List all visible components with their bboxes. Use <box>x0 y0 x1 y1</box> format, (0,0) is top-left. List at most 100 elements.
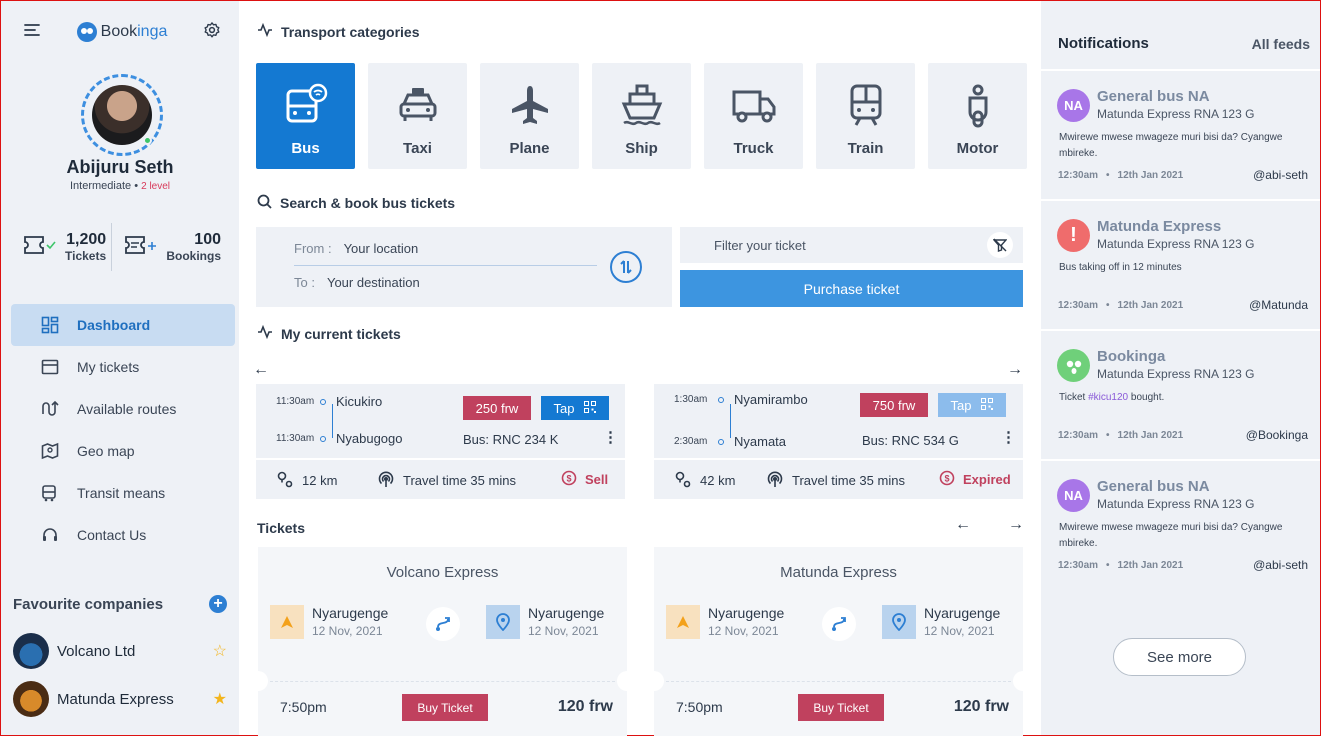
notifications-title: Notifications <box>1058 35 1149 52</box>
avatar-ring[interactable] <box>81 74 163 156</box>
category-bus[interactable]: Bus <box>256 63 355 169</box>
nav-label-transit-means: Transit means <box>77 485 166 501</box>
nav-item-contact-us[interactable]: Contact Us <box>11 514 235 556</box>
notification-handle[interactable]: @abi-seth <box>1253 168 1308 182</box>
tap-label: Tap <box>553 400 575 416</box>
card-divider <box>654 458 1023 460</box>
category-taxi[interactable]: Taxi <box>368 63 467 169</box>
from-value: Your location <box>343 241 419 256</box>
favourite-item[interactable]: Volcano Ltd ☆ <box>13 633 227 669</box>
ticket-card[interactable]: Volcano Express Nyarugenge 12 Nov, 2021 … <box>248 547 637 736</box>
sidebar-nav: Dashboard My tickets Available routes Ge… <box>11 304 235 556</box>
star-filled-icon[interactable]: ★ <box>213 689 227 709</box>
nav-item-dashboard[interactable]: Dashboard <box>11 304 235 346</box>
ship-icon <box>619 82 665 128</box>
destination-place: Nyarugenge <box>528 605 605 621</box>
arrival-place: Nyabugogo <box>336 431 403 446</box>
filter-off-icon[interactable] <box>987 232 1013 258</box>
current-ticket-card[interactable]: 11:30am Kicukiro 11:30am Nyabugogo 250 f… <box>256 384 625 499</box>
notification-item[interactable]: Bookinga Matunda Express RNA 123 G Ticke… <box>1041 329 1320 457</box>
message-text: Ticket <box>1059 392 1089 403</box>
ticket-check-icon <box>23 234 57 261</box>
category-ship[interactable]: Ship <box>592 63 691 169</box>
arrow-left-icon[interactable]: ← <box>253 361 269 379</box>
buy-ticket-button[interactable]: Buy Ticket <box>798 694 884 721</box>
to-label: To : <box>294 275 315 290</box>
more-options-icon[interactable]: ⋮ <box>1001 428 1016 446</box>
arrival-dot <box>320 435 326 442</box>
arrow-right-icon[interactable]: → <box>1007 361 1023 379</box>
arrow-right-icon[interactable]: → <box>1008 516 1024 534</box>
gear-icon[interactable] <box>203 21 221 44</box>
logo-icon <box>76 22 97 42</box>
notification-handle[interactable]: @Bookinga <box>1246 428 1308 442</box>
tap-button[interactable]: Tap <box>541 396 609 420</box>
category-train[interactable]: Train <box>816 63 915 169</box>
star-outline-icon[interactable]: ☆ <box>213 641 227 661</box>
nav-item-transit-means[interactable]: Transit means <box>11 472 235 514</box>
routes-icon <box>41 400 59 418</box>
buy-ticket-button[interactable]: Buy Ticket <box>402 694 488 721</box>
category-label: Ship <box>625 140 658 157</box>
notification-subtitle: Matunda Express RNA 123 G <box>1097 367 1255 381</box>
add-favourite-button[interactable]: + <box>209 595 227 613</box>
brand-name-part2: inga <box>137 23 168 40</box>
notification-item[interactable]: NA General bus NA Matunda Express RNA 12… <box>1041 69 1320 197</box>
arrival-row: 11:30am Nyabugogo <box>276 431 403 446</box>
menu-icon[interactable] <box>23 23 41 42</box>
nav-item-available-routes[interactable]: Available routes <box>11 388 235 430</box>
navigation-arrow-icon <box>270 605 304 639</box>
departure-time: 11:30am <box>276 396 315 407</box>
category-label: Train <box>847 140 884 157</box>
notification-item[interactable]: ! Matunda Express Matunda Express RNA 12… <box>1041 199 1320 327</box>
distance-info: 12 km <box>276 470 337 491</box>
notification-handle[interactable]: @abi-seth <box>1253 558 1308 572</box>
current-ticket-card[interactable]: 1:30am Nyamirambo 2:30am Nyamata 750 frw… <box>654 384 1023 499</box>
alert-icon: ! <box>1057 219 1090 252</box>
headset-icon <box>41 526 59 544</box>
ticket-tag-link[interactable]: #kicu120 <box>1088 392 1128 403</box>
ticket-card[interactable]: Matunda Express Nyarugenge 12 Nov, 2021 … <box>644 547 1033 736</box>
signal-icon <box>377 470 395 491</box>
origin-date: 12 Nov, 2021 <box>708 624 779 638</box>
swap-route-button[interactable] <box>610 251 642 283</box>
card-divider <box>256 458 625 460</box>
scooter-icon <box>955 82 1001 128</box>
nav-item-geo-map[interactable]: Geo map <box>11 430 235 472</box>
category-plane[interactable]: Plane <box>480 63 579 169</box>
notification-item[interactable]: NA General bus NA Matunda Express RNA 12… <box>1041 459 1320 587</box>
nav-label-available-routes: Available routes <box>77 401 177 417</box>
notification-message: Mwirewe mwese mwageze muri bisi da? Cyan… <box>1059 522 1283 549</box>
navigation-arrow-icon <box>666 605 700 639</box>
notification-subtitle: Matunda Express RNA 123 G <box>1097 237 1255 251</box>
notification-handle[interactable]: @Matunda <box>1249 298 1308 312</box>
notifications-panel: Notifications All feeds NA General bus N… <box>1041 1 1320 735</box>
see-more-button[interactable]: See more <box>1113 638 1246 676</box>
purchase-ticket-button[interactable]: Purchase ticket <box>680 270 1023 307</box>
notification-meta: 12:30am • 12th Jan 2021 @Matunda <box>1058 298 1308 312</box>
filter-ticket-input[interactable]: Filter your ticket <box>680 227 1023 263</box>
category-motor[interactable]: Motor <box>928 63 1027 169</box>
destination-stop: Nyarugenge 12 Nov, 2021 <box>882 605 1000 639</box>
notification-meta: 12:30am • 12th Jan 2021 @abi-seth <box>1058 558 1308 572</box>
favourite-item[interactable]: Matunda Express ★ <box>13 681 227 717</box>
more-options-icon[interactable]: ⋮ <box>603 428 618 446</box>
sell-action[interactable]: $ Sell <box>561 470 608 489</box>
field-divider <box>294 265 597 266</box>
route-pin-icon <box>674 470 692 491</box>
section-title: Transport categories <box>281 23 420 40</box>
user-level: Intermediate • 2 level <box>69 180 171 192</box>
section-transport-categories: Transport categories <box>257 22 420 40</box>
brand-logo[interactable]: Bookinga <box>76 22 168 42</box>
nav-label-my-tickets: My tickets <box>77 359 140 375</box>
expired-status: $ Expired <box>939 470 1011 489</box>
activity-icon <box>257 324 273 342</box>
category-truck[interactable]: Truck <box>704 63 803 169</box>
to-field[interactable]: To : Your destination <box>294 275 420 290</box>
company-name: Volcano Express <box>386 564 499 581</box>
arrow-left-icon[interactable]: ← <box>955 516 971 534</box>
from-field[interactable]: From : Your location <box>294 241 418 256</box>
all-feeds-link[interactable]: All feeds <box>1252 36 1310 52</box>
nav-item-my-tickets[interactable]: My tickets <box>11 346 235 388</box>
tap-button[interactable]: Tap <box>938 393 1006 417</box>
